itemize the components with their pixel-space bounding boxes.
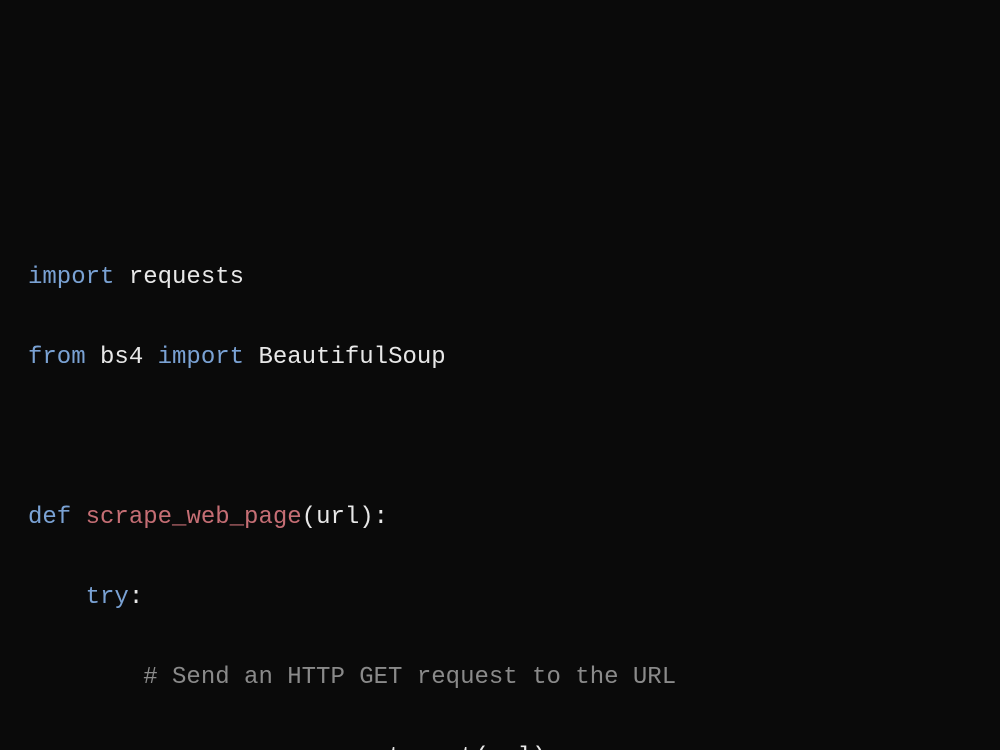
token-txt (71, 504, 85, 531)
token-kw: try (86, 584, 129, 611)
code-line: from bs4 import BeautifulSoup (28, 338, 1000, 378)
token-kw: import (28, 264, 114, 291)
indent (28, 744, 143, 750)
code-line (28, 418, 1000, 458)
code-line: def scrape_web_page(url): (28, 498, 1000, 538)
token-txt: response = requests.get(url) (143, 744, 546, 750)
token-txt: BeautifulSoup (244, 344, 446, 371)
code-line: try: (28, 578, 1000, 618)
token-txt: bs4 (86, 344, 158, 371)
token-txt: (url): (302, 504, 388, 531)
token-cmt: # Send an HTTP GET request to the URL (143, 664, 676, 691)
token-fn: scrape_web_page (86, 504, 302, 531)
token-kw: def (28, 504, 71, 531)
indent (28, 584, 86, 611)
token-kw: from (28, 344, 86, 371)
code-block: import requests from bs4 import Beautifu… (28, 258, 1000, 750)
indent (28, 664, 143, 691)
token-txt: requests (114, 264, 244, 291)
token-kw: import (158, 344, 244, 371)
code-line: import requests (28, 258, 1000, 298)
code-editor: import requests from bs4 import Beautifu… (0, 160, 1000, 750)
token-txt: : (129, 584, 143, 611)
code-line: response = requests.get(url) (28, 738, 1000, 750)
code-line: # Send an HTTP GET request to the URL (28, 658, 1000, 698)
